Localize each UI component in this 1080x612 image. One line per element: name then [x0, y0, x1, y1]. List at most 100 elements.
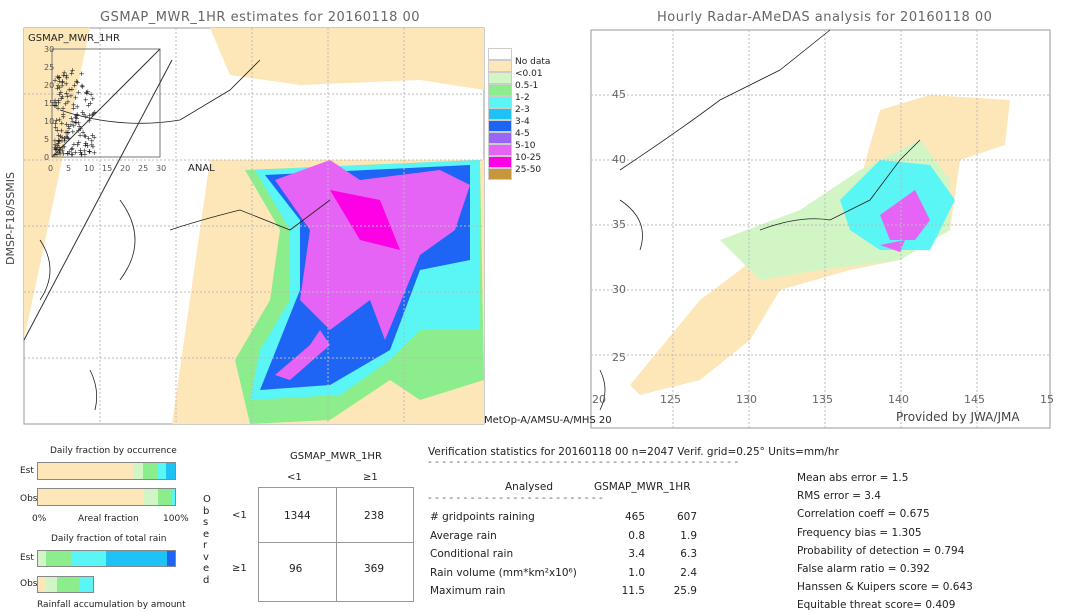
- legend-label: 3-4: [515, 117, 530, 127]
- col-gsmap: GSMAP_MWR_1HR: [594, 481, 691, 493]
- cell-0-0: 1344: [284, 510, 311, 522]
- lat-label: 20: [592, 393, 606, 406]
- score-line: Mean abs error = 1.5: [797, 472, 909, 484]
- legend-label: 10-25: [515, 153, 542, 163]
- legend-swatch: [488, 60, 512, 72]
- inset-title: GSMAP_MWR_1HR: [28, 33, 120, 44]
- legend-swatch: [488, 168, 512, 180]
- anal-label: ANAL: [188, 163, 215, 174]
- score-line: RMS error = 3.4: [797, 490, 881, 503]
- scatter-point: +: [73, 78, 79, 86]
- scatter-point: +: [73, 94, 79, 102]
- score-line: Probability of detection = 0.794: [797, 544, 965, 557]
- legend-label: 25-50: [515, 165, 542, 175]
- lon-label: 130: [736, 393, 757, 406]
- table-col-0: <1: [287, 472, 302, 483]
- inset-x-tick: 5: [66, 164, 71, 173]
- stat-label: Average rain: [430, 529, 497, 542]
- inset-x-tick: 10: [84, 164, 94, 173]
- legend-swatch: [488, 72, 512, 84]
- legend-swatch: [488, 108, 512, 120]
- lon-label: 135: [812, 393, 833, 406]
- table-row-0: <1: [232, 510, 247, 521]
- legend-label: 2-3: [515, 105, 530, 115]
- scatter-point: +: [89, 137, 95, 145]
- occ-obs-frame: [37, 488, 176, 506]
- occ-est-label: Est: [20, 466, 34, 476]
- cell-0-1: 238: [364, 510, 385, 522]
- table-col-1: ≥1: [363, 472, 378, 483]
- inset-y-tick: 20: [44, 81, 54, 90]
- lon-label: 140: [888, 393, 909, 406]
- stat-gsmap: 2.4: [680, 566, 697, 579]
- verification-figure: + + + + + + + + + + + + + + + + + + + + + + + + + + + + + + + + + + + + + + + +…: [0, 0, 1080, 612]
- inset-x-tick: 15: [102, 164, 112, 173]
- scatter-point: +: [79, 70, 85, 78]
- scatter-point: +: [81, 111, 87, 119]
- occ-est-frame: [37, 462, 176, 480]
- legend-swatch: [488, 96, 512, 108]
- rain-obs-label: Obs: [20, 579, 38, 589]
- scatter-point: +: [71, 141, 77, 149]
- lat-label: 40: [612, 153, 626, 166]
- scatter-point: +: [54, 127, 60, 135]
- scatter-point: +: [71, 101, 77, 109]
- inset-y-tick: 25: [44, 63, 54, 72]
- lon-label: 125: [660, 393, 681, 406]
- inset-x-tick: 25: [138, 164, 148, 173]
- inset-x-tick: 30: [156, 164, 166, 173]
- legend-swatch: [488, 84, 512, 96]
- occ-xlabel: Areal fraction: [78, 514, 139, 524]
- scatter-point: +: [77, 149, 83, 157]
- rain-xlabel: Rainfall accumulation by amount: [37, 600, 186, 610]
- stat-gsmap: 6.3: [680, 548, 697, 560]
- contingency-table: 1344 238 96 369: [258, 487, 414, 602]
- lon-label: 145: [964, 393, 985, 406]
- stat-gsmap: 25.9: [673, 585, 697, 597]
- scatter-point: +: [80, 83, 86, 91]
- scatter-point: +: [56, 74, 62, 82]
- scatter-point: +: [73, 119, 79, 127]
- scatter-point: +: [66, 123, 72, 131]
- stat-analysed: 0.8: [628, 529, 645, 542]
- scatter-point: +: [73, 112, 79, 120]
- inset-x-tick: 20: [120, 164, 130, 173]
- occ-tick-0: 0%: [32, 514, 47, 524]
- cell-1-0: 96: [289, 563, 303, 575]
- legend-label: 1-2: [515, 93, 530, 103]
- stat-label: Maximum rain: [430, 585, 506, 597]
- legend-swatch: [488, 144, 512, 156]
- legend-label: 4-5: [515, 129, 530, 139]
- legend-label: 5-10: [515, 141, 536, 151]
- legend-label: 0.5-1: [515, 81, 539, 91]
- stat-label: Rain volume (mm*km²x10⁶): [430, 566, 577, 579]
- lat-label: 35: [612, 218, 626, 231]
- rain-est-label: Est: [20, 553, 34, 563]
- scatter-point: +: [83, 139, 89, 147]
- inset-y-tick: 15: [44, 99, 54, 108]
- inset-y-tick: 0: [44, 153, 49, 162]
- stat-gsmap: 1.9: [680, 529, 697, 542]
- divider: - - - - - - - - - - - - - - - - - - - - …: [428, 492, 603, 504]
- table-title: GSMAP_MWR_1HR: [290, 451, 382, 462]
- inset-y-tick: 30: [44, 45, 54, 54]
- legend-swatch: [488, 120, 512, 132]
- legend-label: No data: [515, 57, 551, 67]
- rain-est-frame: [37, 550, 176, 567]
- stat-analysed: 11.5: [621, 585, 645, 597]
- left-map-y-label: DMSP-F18/SSMIS: [4, 171, 17, 265]
- scatter-point: +: [91, 110, 97, 118]
- occ-obs-label: Obs: [20, 494, 38, 504]
- rain-obs-frame: [37, 576, 94, 593]
- legend-label: <0.01: [515, 69, 543, 79]
- stat-label: Conditional rain: [430, 548, 514, 560]
- left-map-title: GSMAP_MWR_1HR estimates for 20160118 00: [100, 10, 421, 25]
- rain-title: Daily fraction of total rain: [51, 534, 167, 544]
- scatter-point: +: [69, 86, 75, 94]
- score-line: Frequency bias = 1.305: [797, 526, 922, 539]
- inset-x-tick: 0: [48, 164, 53, 173]
- stat-analysed: 1.0: [628, 566, 645, 579]
- credit-label: Provided by JWA/JMA: [896, 410, 1020, 424]
- lat-label: 25: [612, 351, 626, 364]
- scatter-point: +: [60, 111, 66, 119]
